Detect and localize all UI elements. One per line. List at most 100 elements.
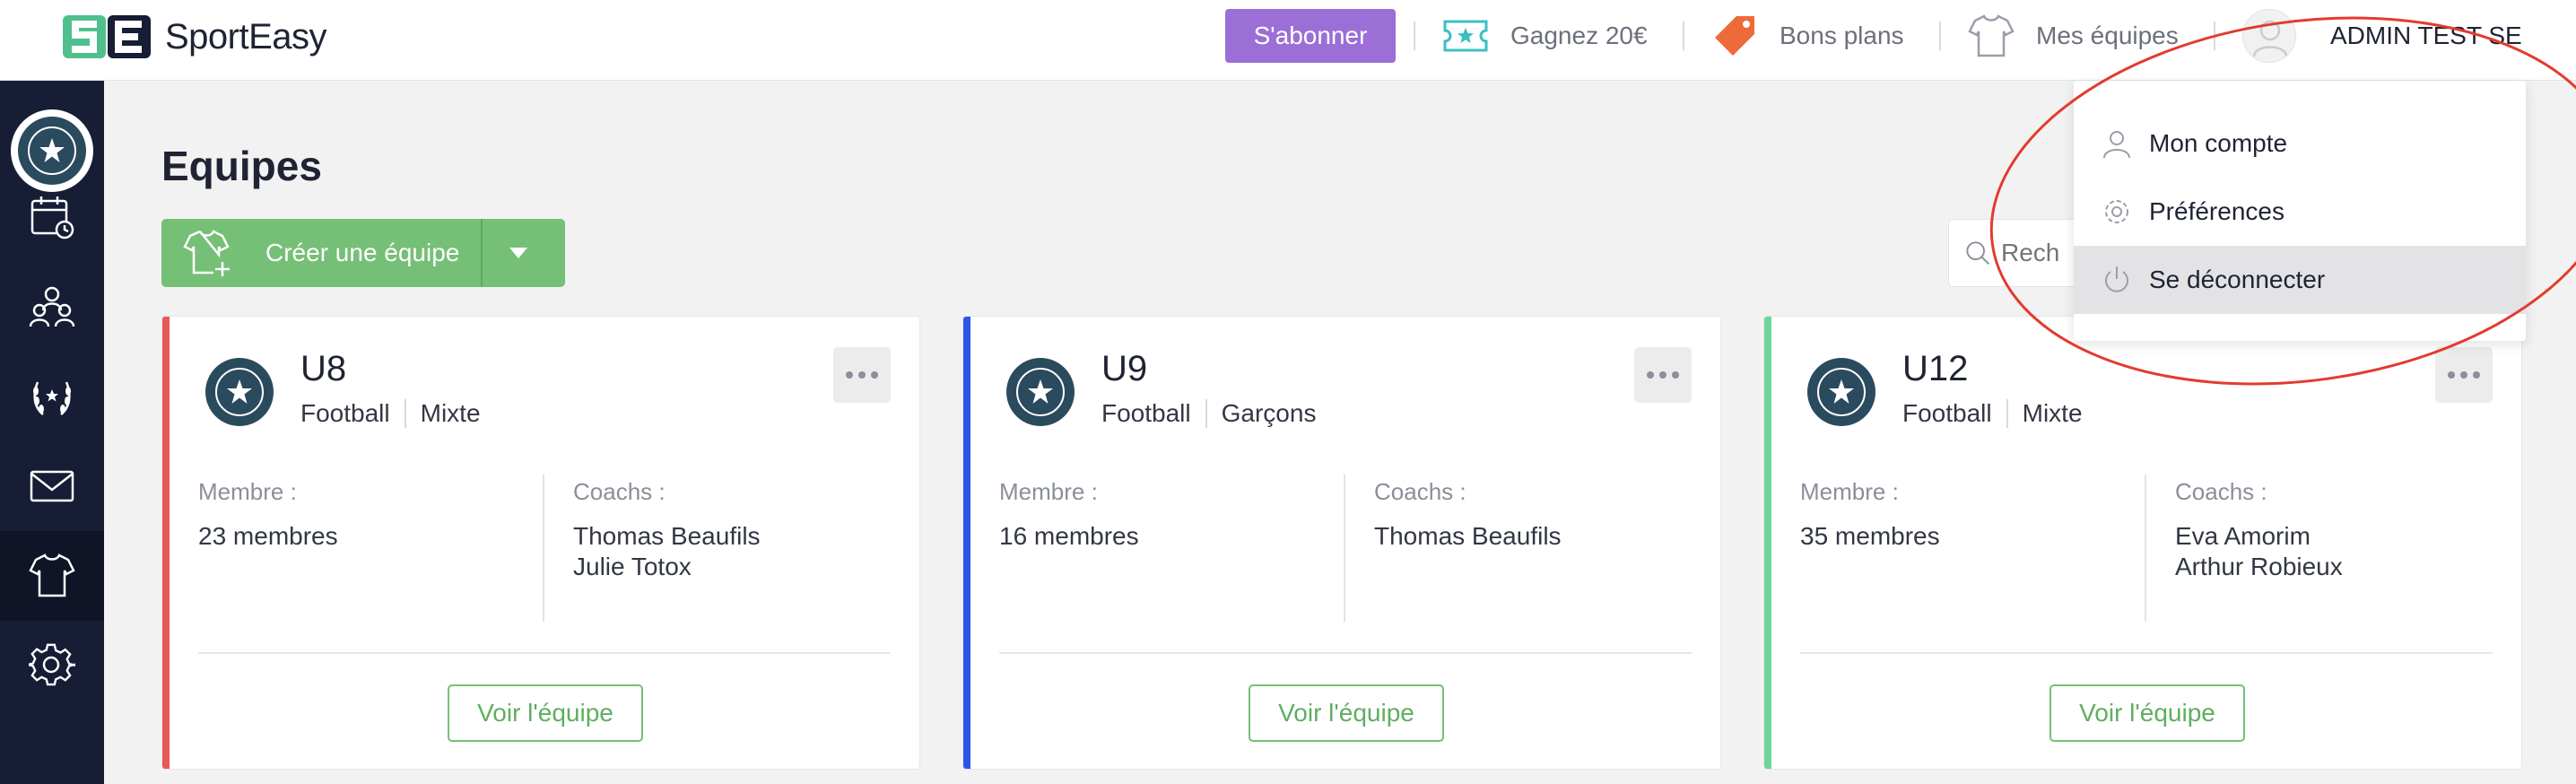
team-name[interactable]: U9: [1101, 349, 1147, 389]
header-divider: [2214, 22, 2215, 50]
price-tag-icon: [1715, 16, 1754, 56]
nav-calendar[interactable]: [0, 172, 104, 262]
team-gender: Garçons: [1221, 399, 1317, 427]
laurel-icon: [33, 381, 71, 415]
jersey-add-icon: [183, 230, 230, 276]
create-team-label[interactable]: Créer une équipe: [265, 239, 481, 267]
team-options-button[interactable]: [833, 347, 891, 403]
coach-name: Eva Amorim: [2175, 522, 2311, 550]
subscribe-button[interactable]: S'abonner: [1225, 9, 1396, 63]
menu-item-label: Préférences: [2149, 197, 2284, 225]
gear-icon: [2105, 200, 2128, 223]
more-dot-icon: [871, 371, 878, 379]
user-icon: [2103, 131, 2130, 159]
deals-link[interactable]: Bons plans: [1711, 16, 1904, 56]
team-name[interactable]: U12: [1902, 349, 1968, 389]
column-divider: [2145, 475, 2146, 622]
page-title: Equipes: [161, 143, 322, 189]
more-dot-icon: [2460, 371, 2467, 379]
nav-messages[interactable]: [0, 441, 104, 531]
nav-teams[interactable]: [0, 531, 104, 621]
club-crest-icon: [1807, 358, 1875, 426]
coach-name: Thomas Beaufils: [1374, 522, 1562, 550]
top-bar: SportEasy S'abonner Gagnez 20€ Bons plan…: [0, 0, 2576, 81]
more-dot-icon: [858, 371, 866, 379]
team-meta: Football Mixte: [1902, 399, 2083, 428]
view-team-button[interactable]: Voir l'équipe: [2049, 684, 2245, 742]
coach-name: Thomas Beaufils: [573, 522, 761, 550]
deals-label: Bons plans: [1780, 22, 1904, 49]
team-color-stripe: [963, 317, 970, 769]
more-dot-icon: [1672, 371, 1679, 379]
create-team-button[interactable]: [170, 228, 246, 278]
team-meta: Football Mixte: [300, 399, 481, 428]
team-gender: Mixte: [420, 399, 481, 427]
caret-down-icon: [509, 248, 527, 258]
team-sport: Football: [300, 399, 390, 427]
club-crest-icon: [205, 358, 274, 426]
user-name[interactable]: ADMIN TEST SE: [2330, 22, 2522, 50]
team-name[interactable]: U8: [300, 349, 346, 389]
header-divider: [1939, 22, 1941, 50]
create-team-dropdown-toggle[interactable]: [483, 247, 554, 259]
view-team-button[interactable]: Voir l'équipe: [448, 684, 643, 742]
search-icon: [1966, 241, 1990, 266]
column-divider: [543, 475, 544, 622]
coach-name: Arthur Robieux: [2175, 553, 2343, 580]
more-dot-icon: [2448, 371, 2455, 379]
referral-label: Gagnez 20€: [1510, 22, 1648, 49]
card-divider: [1800, 652, 2493, 654]
nav-competitions[interactable]: [0, 352, 104, 441]
meta-divider: [1205, 399, 1207, 428]
team-sport: Football: [1101, 399, 1191, 427]
members-label: Membre :: [198, 478, 297, 505]
sporteasy-logo-icon: [63, 15, 151, 58]
coaches-label: Coachs :: [1374, 478, 1466, 505]
club-crest-icon: [1006, 358, 1075, 426]
team-options-button[interactable]: [1634, 347, 1692, 403]
user-silhouette-icon: [2252, 20, 2288, 57]
user-menu: Mon compte Préférences Se déconnecter: [2074, 81, 2526, 341]
brand-name: SportEasy: [165, 16, 327, 57]
team-card: U8 Football Mixte Membre : 23 membres Co…: [161, 316, 920, 770]
team-meta: Football Garçons: [1101, 399, 1316, 428]
meta-divider: [2006, 399, 2008, 428]
team-sport: Football: [1902, 399, 1992, 427]
referral-link[interactable]: Gagnez 20€: [1442, 16, 1648, 56]
view-team-button[interactable]: Voir l'équipe: [1249, 684, 1444, 742]
menu-item-logout[interactable]: Se déconnecter: [2074, 246, 2526, 314]
team-color-stripe: [162, 317, 170, 769]
sporteasy-logo[interactable]: SportEasy: [63, 15, 327, 58]
members-count: 16 membres: [999, 522, 1139, 550]
calendar-icon: [30, 196, 74, 240]
nav-settings[interactable]: [0, 621, 104, 710]
header-divider: [1683, 22, 1684, 50]
my-teams-link[interactable]: Mes équipes: [1968, 14, 2179, 57]
team-gender: Mixte: [2022, 399, 2083, 427]
menu-item-account[interactable]: Mon compte: [2074, 109, 2526, 178]
card-divider: [198, 652, 891, 654]
menu-item-preferences[interactable]: Préférences: [2074, 178, 2526, 246]
my-teams-label: Mes équipes: [2036, 22, 2179, 49]
sidebar: [0, 81, 104, 784]
column-divider: [1344, 475, 1345, 622]
jersey-icon: [1968, 14, 2015, 57]
coaches-list: Thomas Beaufils: [1374, 521, 1562, 552]
more-dot-icon: [846, 371, 853, 379]
user-avatar[interactable]: [2242, 9, 2296, 63]
menu-item-label: Mon compte: [2149, 129, 2288, 157]
members-label: Membre :: [999, 478, 1098, 505]
team-card: U12 Football Mixte Membre : 35 membres C…: [1763, 316, 2522, 770]
team-card: U9 Football Garçons Membre : 16 membres …: [962, 316, 1721, 770]
members-label: Membre :: [1800, 478, 1899, 505]
coaches-label: Coachs :: [2175, 478, 2267, 505]
coaches-list: Thomas Beaufils Julie Totox: [573, 521, 761, 582]
card-divider: [999, 652, 1692, 654]
coaches-list: Eva Amorim Arthur Robieux: [2175, 521, 2343, 582]
more-dot-icon: [2473, 371, 2480, 379]
team-options-button[interactable]: [2435, 347, 2493, 403]
gear-icon: [29, 643, 75, 686]
nav-members[interactable]: [0, 262, 104, 352]
members-count: 35 membres: [1800, 522, 1940, 550]
menu-item-label: Se déconnecter: [2149, 266, 2326, 293]
